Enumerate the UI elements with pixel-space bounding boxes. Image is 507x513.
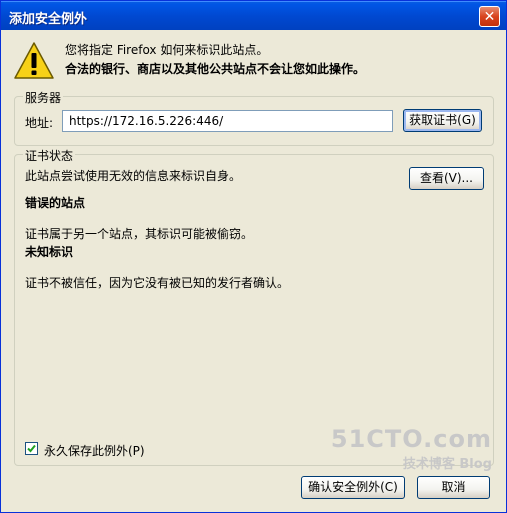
add-security-exception-dialog: 添加安全例外 ✕ 您将指定 Firefox 如何来标识此站点。 合法的银行、商店… — [0, 0, 507, 513]
unknown-identity-heading: 未知标识 — [25, 245, 74, 259]
unknown-identity-text: 证书不被信任，因为它没有被已知的发行者确认。 — [25, 276, 290, 290]
cancel-button[interactable]: 取消 — [417, 476, 490, 499]
address-label: 地址: — [25, 116, 54, 130]
warning-message-line2: 合法的银行、商店以及其他公共站点不会让您如此操作。 — [65, 62, 366, 76]
check-mark-icon — [27, 444, 36, 453]
view-certificate-button[interactable]: 查看(V)... — [409, 167, 484, 190]
warning-icon — [14, 42, 54, 79]
certificate-status-label: 证书状态 — [23, 147, 76, 164]
server-group-label: 服务器 — [23, 89, 64, 106]
certificate-status-summary: 此站点尝试使用无效的信息来标识自身。 — [25, 169, 242, 183]
warning-message-line1: 您将指定 Firefox 如何来标识此站点。 — [65, 43, 269, 57]
get-certificate-button[interactable]: 获取证书(G) — [403, 109, 482, 132]
certificate-status-group — [14, 154, 494, 466]
wrong-site-heading: 错误的站点 — [25, 196, 86, 210]
address-input[interactable] — [62, 110, 393, 132]
wrong-site-text: 证书属于另一个站点，其标识可能被偷窃。 — [25, 227, 254, 241]
confirm-security-exception-button[interactable]: 确认安全例外(C) — [301, 476, 405, 499]
close-button[interactable]: ✕ — [479, 6, 500, 27]
permanent-store-label[interactable]: 永久保存此例外(P) — [44, 442, 145, 459]
permanent-store-checkbox[interactable] — [25, 442, 38, 455]
title-bar[interactable]: 添加安全例外 ✕ — [1, 1, 506, 30]
window-title: 添加安全例外 — [9, 12, 88, 27]
